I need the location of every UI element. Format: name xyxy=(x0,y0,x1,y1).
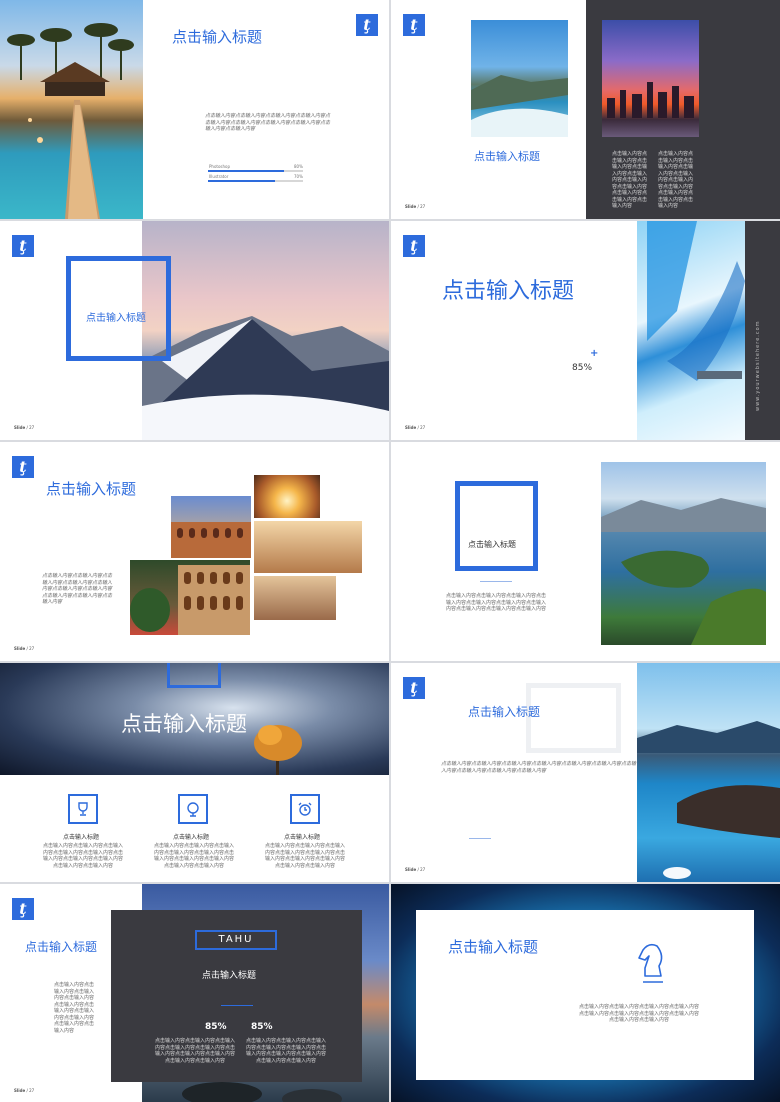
title-frame xyxy=(455,481,538,571)
icon-box-2[interactable] xyxy=(178,794,208,824)
brand-logo-icon: ţ xyxy=(356,14,378,36)
slide-title[interactable]: 点击输入标题 xyxy=(46,478,136,499)
slide-body[interactable]: 点击输入内容点击输入内容点击输入内容点击输入内容点击输入内容点击输入内容点击输入… xyxy=(446,593,546,613)
card-body-2[interactable]: 点击输入内容点击输入内容点击输入内容点击输入内容点击输入内容点击输入内容点击输入… xyxy=(244,1038,328,1064)
colosseum-illustration xyxy=(130,565,250,635)
slide-10[interactable]: 点击输入标题 点击输入内容点击输入内容点击输入内容点击输入内容点击输入内容点击输… xyxy=(391,884,780,1102)
city-sunset-photo xyxy=(602,20,699,137)
slide-body[interactable]: 点击输入内容点击输入内容点击输入内容点击输入内容点击输入内容点击输入内容点击输入… xyxy=(54,982,96,1034)
card-title[interactable]: 点击输入标题 xyxy=(202,968,256,981)
divider xyxy=(221,1005,253,1006)
slide-body-right[interactable]: 点击输入内容点击输入内容点击输入内容点击输入内容点击输入内容点击输入内容点击输入… xyxy=(658,151,696,210)
tag-box[interactable]: TAHU xyxy=(195,930,277,950)
slide-title[interactable]: 点击输入标题 xyxy=(172,26,262,47)
globe-icon xyxy=(187,802,199,817)
website-url[interactable]: www.yourwebsitehere.com xyxy=(755,320,761,411)
brand-logo-icon: ţ xyxy=(12,235,34,257)
percent-2: 85% xyxy=(251,1022,273,1032)
feature-body-1[interactable]: 点击输入内容点击输入内容点击输入内容点击输入内容点击输入内容点击输入内容点击输入… xyxy=(43,843,123,869)
skill-bar-1 xyxy=(208,170,303,172)
alarm-clock-icon xyxy=(298,802,312,816)
percent-1: 85% xyxy=(205,1022,227,1032)
slide-body[interactable]: 点击输入内容点击输入内容点击输入内容点击输入内容点击输入内容点击输入内容点击输入… xyxy=(205,113,330,133)
slide-9[interactable]: ţ 点击输入标题 点击输入内容点击输入内容点击输入内容点击输入内容点击输入内容点… xyxy=(0,884,389,1102)
brand-logo-icon: ţ xyxy=(403,677,425,699)
lake-island-photo xyxy=(601,462,766,645)
chess-knight-icon xyxy=(638,943,663,983)
slide-6[interactable]: 点击输入标题 点击输入内容点击输入内容点击输入内容点击输入内容点击输入内容点击输… xyxy=(391,442,780,661)
slide-number: Slide / 27 xyxy=(14,425,35,430)
slide-1[interactable]: 点击输入标题 ţ 点击输入内容点击输入内容点击输入内容点击输入内容点击输入内容点… xyxy=(0,0,389,219)
feature-title-3[interactable]: 点击输入标题 xyxy=(284,832,320,841)
coast-illustration xyxy=(471,75,568,137)
skill-bar-2 xyxy=(208,180,303,182)
slide-4[interactable]: ţ 点击输入标题 + 85% www.yourwebsitehere.com S… xyxy=(391,221,780,440)
slide-grid: 点击输入标题 ţ 点击输入内容点击输入内容点击输入内容点击输入内容点击输入内容点… xyxy=(0,0,780,1102)
slide-number: Slide / 27 xyxy=(405,867,426,872)
icon-box-3[interactable] xyxy=(290,794,320,824)
slide-title[interactable]: 点击输入标题 xyxy=(25,938,97,955)
title-frame xyxy=(167,663,221,688)
slide-body[interactable]: 点击输入内容点击输入内容点击输入内容点击输入内容点击输入内容点击输入内容点击输入… xyxy=(441,761,636,774)
resort-pier-photo xyxy=(0,0,143,219)
slide-title[interactable]: 点击输入标题 xyxy=(468,703,540,720)
sunburst-photo xyxy=(254,475,320,518)
architecture-photo xyxy=(637,221,745,440)
brand-logo-icon: ţ xyxy=(12,456,34,478)
percent-value: 85% xyxy=(572,363,593,373)
feature-title-1[interactable]: 点击输入标题 xyxy=(63,832,99,841)
lake-reflection-photo xyxy=(637,663,780,882)
slide-body-left[interactable]: 点击输入内容点击输入内容点击输入内容点击输入内容点击输入内容点击输入内容点击输入… xyxy=(612,151,650,210)
colosseum-photo-5 xyxy=(254,576,336,620)
grey-frame xyxy=(526,683,621,753)
dark-side-strip xyxy=(745,221,780,440)
slide-title[interactable]: 点击输入标题 xyxy=(468,539,516,550)
skill-value-2: 70% xyxy=(294,174,303,179)
feature-title-2[interactable]: 点击输入标题 xyxy=(173,832,209,841)
architecture-illustration xyxy=(647,221,745,381)
slide-title[interactable]: 点击输入标题 xyxy=(448,936,538,957)
slide-body[interactable]: 点击输入内容点击输入内容点击输入内容点击输入内容点击输入内容点击输入内容点击输入… xyxy=(579,1004,699,1024)
brand-logo-icon: ţ xyxy=(12,898,34,920)
divider xyxy=(480,581,512,582)
trophy-icon xyxy=(78,802,88,816)
slide-body[interactable]: 点击输入内容点击输入内容点击输入内容点击输入内容点击输入内容点击输入内容点击输入… xyxy=(42,573,114,606)
slide-number: Slide / 27 xyxy=(14,646,35,651)
slide-3[interactable]: ţ 点击输入标题 Slide / 27 xyxy=(0,221,389,440)
skyline-illustration xyxy=(607,82,694,118)
skill-value-1: 80% xyxy=(294,164,303,169)
slide-number: Slide / 27 xyxy=(405,425,426,430)
colosseum-photo-2 xyxy=(171,522,251,558)
skill-label-1: Photoshop xyxy=(209,164,231,169)
lake-reflection-illustration xyxy=(637,721,780,879)
arches-illustration xyxy=(177,528,243,538)
skill-label-2: Illustrator xyxy=(209,174,229,179)
slide-title[interactable]: 点击输入标题 xyxy=(474,148,540,164)
feature-body-3[interactable]: 点击输入内容点击输入内容点击输入内容点击输入内容点击输入内容点击输入内容点击输入… xyxy=(265,843,345,869)
divider xyxy=(469,838,491,839)
colosseum-photo-4 xyxy=(130,560,250,635)
slide-number: Slide / 27 xyxy=(14,1088,35,1093)
lake-island-illustration xyxy=(601,498,766,645)
slide-8[interactable]: ţ 点击输入标题 点击输入内容点击输入内容点击输入内容点击输入内容点击输入内容点… xyxy=(391,663,780,882)
snow-mountain-photo xyxy=(142,221,389,440)
icon-box-1[interactable] xyxy=(68,794,98,824)
banner-title[interactable]: 点击输入标题 xyxy=(121,708,247,738)
slide-title[interactable]: 点击输入标题 xyxy=(442,273,574,305)
colosseum-photo-3 xyxy=(254,521,362,573)
palm-pier-illustration xyxy=(7,23,134,219)
mountain-illustration xyxy=(142,316,389,440)
slide-number: Slide / 27 xyxy=(405,204,426,209)
slide-title[interactable]: 点击输入标题 xyxy=(86,309,146,324)
plus-icon: + xyxy=(590,348,599,359)
brand-logo-icon: ţ xyxy=(403,14,425,36)
slide-2[interactable]: ţ 点击输入标题 点击输入内容点击输入内容点击输入内容点击输入内容点击输入内容点… xyxy=(391,0,780,219)
slide-5[interactable]: ţ 点击输入标题 点击输入内容点击输入内容点击输入内容点击输入内容点击输入内容点… xyxy=(0,442,389,661)
brand-logo-icon: ţ xyxy=(403,235,425,257)
slide-7[interactable]: 点击输入标题 点击输入标题 点击输入内容点击输入内容点击输入内容点击输入内容点击… xyxy=(0,663,389,882)
coast-photo xyxy=(471,20,568,137)
feature-body-2[interactable]: 点击输入内容点击输入内容点击输入内容点击输入内容点击输入内容点击输入内容点击输入… xyxy=(154,843,234,869)
card-body-1[interactable]: 点击输入内容点击输入内容点击输入内容点击输入内容点击输入内容点击输入内容点击输入… xyxy=(153,1038,237,1064)
